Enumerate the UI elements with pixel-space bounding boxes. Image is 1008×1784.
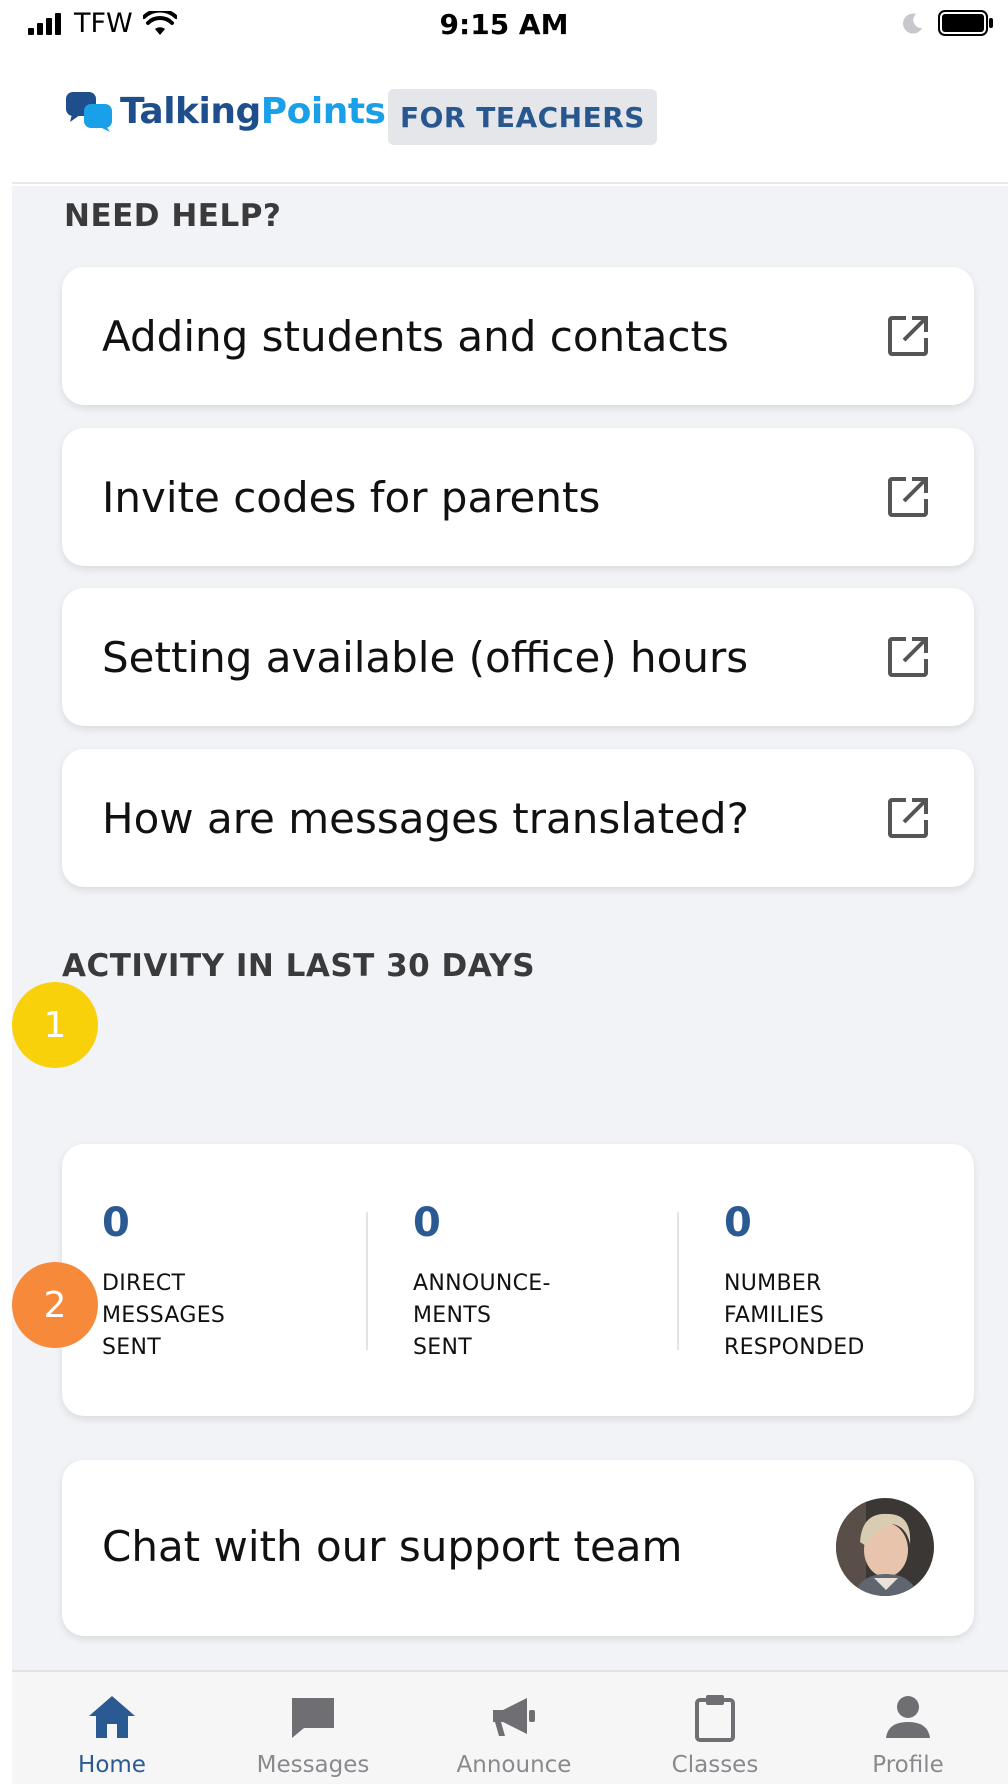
bottom-tab-bar: Home Messages Announce Classes Profile <box>12 1670 1008 1784</box>
tab-label: Home <box>78 1752 146 1778</box>
logo-wordmark: TalkingPoints <box>120 90 386 132</box>
stat-label: DIRECT MESSAGES SENT <box>102 1268 225 1364</box>
callout-marker-1: 1 <box>12 982 98 1068</box>
stat-label-line: RESPONDED <box>724 1335 865 1360</box>
for-teachers-badge: FOR TEACHERS <box>388 89 657 145</box>
tab-home[interactable]: Home <box>12 1672 212 1784</box>
talkingpoints-logo: TalkingPoints <box>64 90 386 132</box>
logo-points: Points <box>260 90 386 132</box>
person-icon <box>886 1696 930 1738</box>
avatar-photo <box>836 1498 934 1596</box>
tab-classes[interactable]: Classes <box>615 1672 815 1784</box>
tab-label: Classes <box>671 1752 759 1778</box>
external-link-icon <box>888 316 928 356</box>
help-link-label: Setting available (office) hours <box>102 632 749 682</box>
stat-label: ANNOUNCE- MENTS SENT <box>413 1268 551 1364</box>
logo-talking: Talking <box>120 90 261 132</box>
stat-label-line: SENT <box>102 1335 161 1360</box>
support-agent-avatar <box>836 1498 934 1596</box>
stat-announcements: 0 ANNOUNCE- MENTS SENT <box>413 1200 551 1364</box>
tab-announce[interactable]: Announce <box>414 1672 614 1784</box>
stat-label-line: FAMILIES <box>724 1303 825 1328</box>
stat-label-line: MENTS <box>413 1303 492 1328</box>
stat-value: 0 <box>413 1200 441 1246</box>
stat-value: 0 <box>724 1200 752 1246</box>
megaphone-icon <box>493 1698 535 1736</box>
chat-support-button[interactable]: Chat with our support team <box>62 1460 974 1636</box>
stat-families-responded: 0 NUMBER FAMILIES RESPONDED <box>724 1200 865 1364</box>
app-header: TalkingPoints FOR TEACHERS <box>12 52 1008 184</box>
stat-label-line: MESSAGES <box>102 1303 226 1328</box>
stat-label-line: DIRECT <box>102 1271 186 1296</box>
help-link-label: Adding students and contacts <box>102 311 729 361</box>
main-content: NEED HELP? Adding students and contacts … <box>12 186 1008 1670</box>
status-right <box>900 10 994 36</box>
stat-label-line: SENT <box>413 1335 472 1360</box>
help-link-office-hours[interactable]: Setting available (office) hours <box>62 588 974 726</box>
status-time: 9:15 AM <box>439 8 569 41</box>
stat-divider <box>677 1212 679 1350</box>
stat-direct-messages: 0 DIRECT MESSAGES SENT <box>102 1200 225 1364</box>
stat-value: 0 <box>102 1200 130 1246</box>
tab-label: Messages <box>256 1752 370 1778</box>
tab-messages[interactable]: Messages <box>213 1672 413 1784</box>
chat-bubbles-logo-icon <box>66 92 112 132</box>
tab-label: Announce <box>456 1752 572 1778</box>
stat-label: NUMBER FAMILIES RESPONDED <box>724 1268 865 1364</box>
chat-bubble-icon <box>292 1698 334 1738</box>
help-link-invite-codes[interactable]: Invite codes for parents <box>62 428 974 566</box>
chat-support-label: Chat with our support team <box>102 1522 683 1571</box>
external-link-icon <box>888 477 928 517</box>
help-link-adding-students[interactable]: Adding students and contacts <box>62 267 974 405</box>
tab-profile[interactable]: Profile <box>808 1672 1008 1784</box>
tab-label: Profile <box>872 1752 944 1778</box>
activity-stats-card: 0 DIRECT MESSAGES SENT 0 ANNOUNCE- MENTS… <box>62 1144 974 1416</box>
stat-label-line: NUMBER <box>724 1271 822 1296</box>
battery-icon <box>938 10 993 36</box>
home-icon <box>89 1696 135 1738</box>
callout-marker-2: 2 <box>12 1262 98 1348</box>
stat-label-line: ANNOUNCE- <box>413 1271 551 1296</box>
activity-title: ACTIVITY IN LAST 30 DAYS <box>62 948 536 984</box>
stat-divider <box>366 1212 368 1350</box>
help-link-label: How are messages translated? <box>102 793 749 843</box>
external-link-icon <box>888 798 928 838</box>
moon-icon <box>903 13 922 34</box>
help-link-translation[interactable]: How are messages translated? <box>62 749 974 887</box>
status-bar: TFW 9:15 AM <box>0 0 1008 52</box>
need-help-title: NEED HELP? <box>64 198 282 234</box>
help-link-label: Invite codes for parents <box>102 472 601 522</box>
clipboard-icon <box>695 1695 735 1742</box>
external-link-icon <box>888 637 928 677</box>
